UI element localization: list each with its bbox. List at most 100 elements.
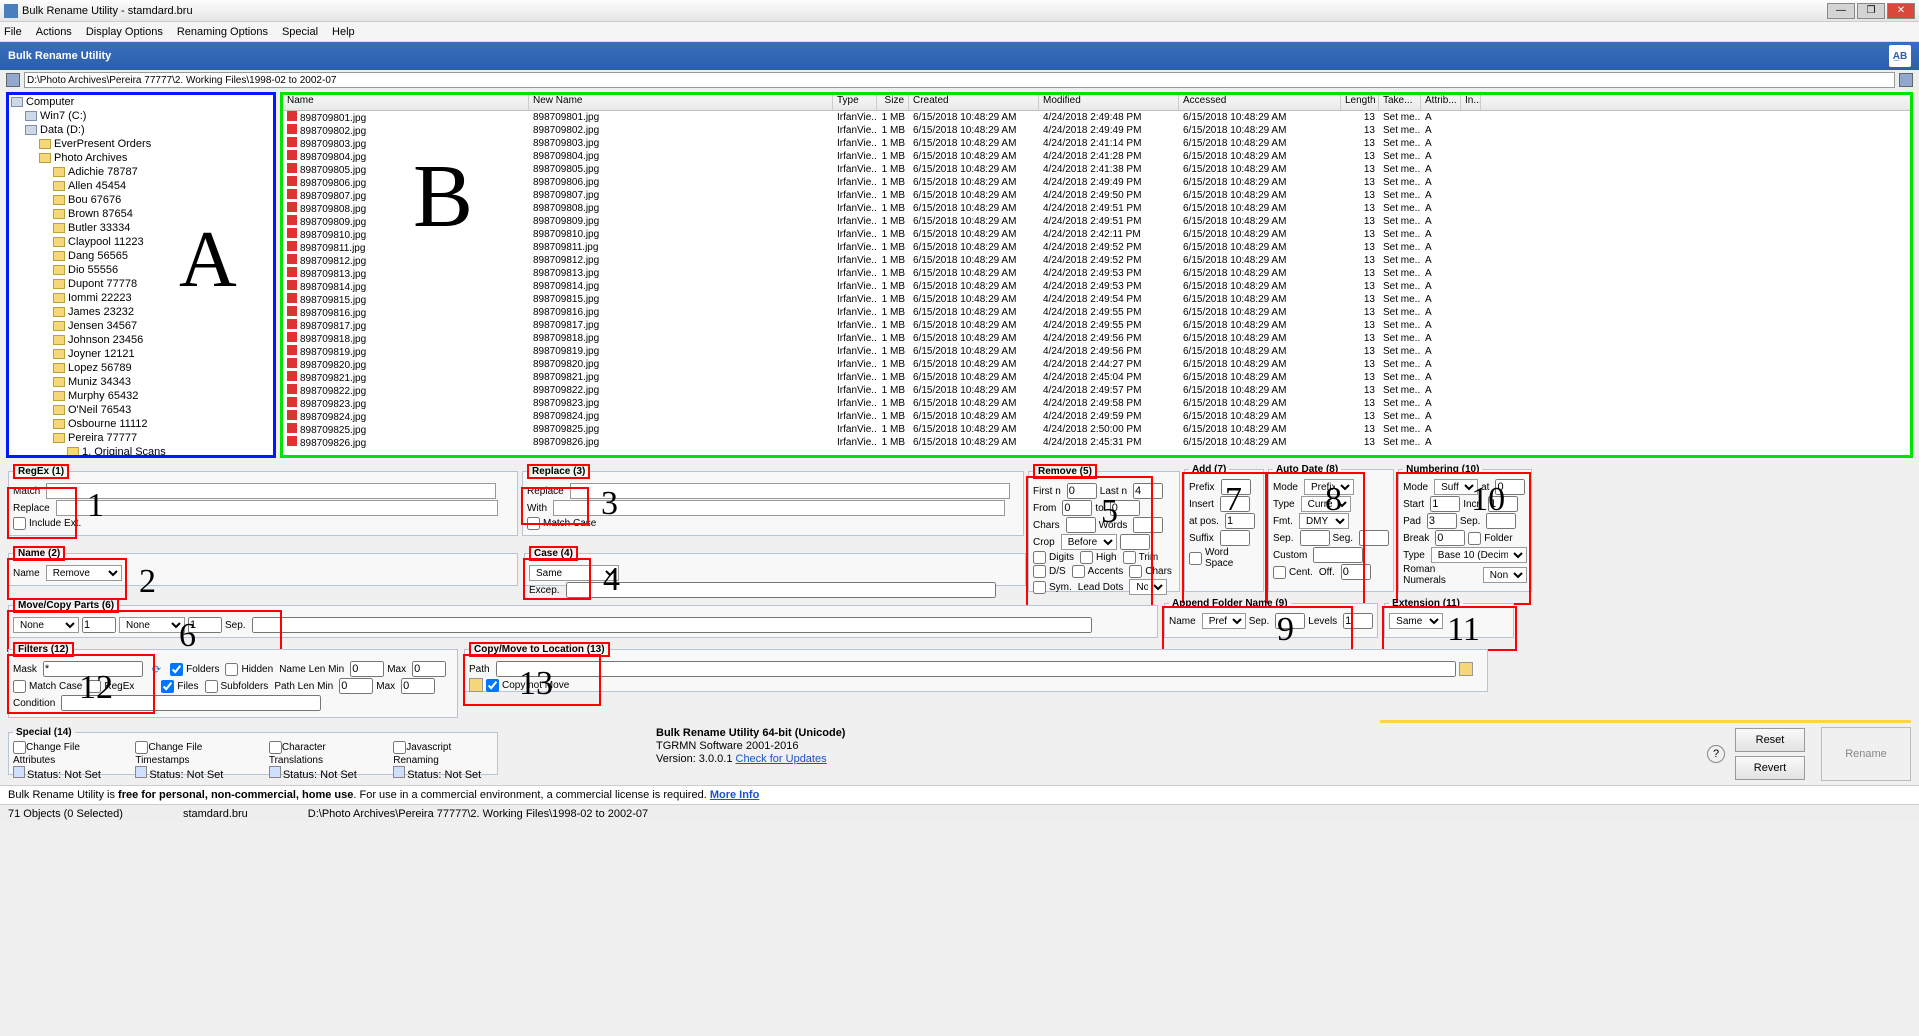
tree-node[interactable]: Pereira 77777 (9, 431, 273, 445)
menu-actions[interactable]: Actions (36, 26, 72, 38)
af-levels[interactable] (1343, 613, 1373, 629)
high-cb[interactable] (1080, 551, 1093, 564)
tree-node[interactable]: Computer (9, 95, 273, 109)
file-row[interactable]: 898709802.jpg898709802.jpgIrfanVie...1 M… (283, 124, 1910, 137)
mc-sel1[interactable]: None (13, 617, 79, 633)
rename-button[interactable]: Rename (1821, 727, 1911, 781)
check-updates-link[interactable]: Check for Updates (736, 753, 827, 765)
file-row[interactable]: 898709813.jpg898709813.jpgIrfanVie...1 M… (283, 267, 1910, 280)
with-input[interactable] (553, 500, 1005, 516)
file-row[interactable]: 898709826.jpg898709826.jpgIrfanVie...1 M… (283, 436, 1910, 449)
reset-button[interactable]: Reset (1735, 728, 1805, 752)
col-in[interactable]: In... (1461, 95, 1481, 110)
crop-select[interactable]: Before (1061, 534, 1117, 550)
jr-cb[interactable] (393, 741, 406, 754)
col-name[interactable]: Name (283, 95, 529, 110)
plmin[interactable] (339, 678, 373, 694)
chars-input[interactable] (1066, 517, 1096, 533)
tree-node[interactable]: Osbourne 11112 (9, 417, 273, 431)
tree-node[interactable]: Joyner 12121 (9, 347, 273, 361)
file-row[interactable]: 898709808.jpg898709808.jpgIrfanVie...1 M… (283, 202, 1910, 215)
digits-cb[interactable] (1033, 551, 1046, 564)
menu-special[interactable]: Special (282, 26, 318, 38)
tree-node[interactable]: Johnson 23456 (9, 333, 273, 347)
file-row[interactable]: 898709812.jpg898709812.jpgIrfanVie...1 M… (283, 254, 1910, 267)
refresh-icon[interactable]: ⟳ (152, 663, 161, 676)
af-sep[interactable] (1275, 613, 1305, 629)
subfolders-cb[interactable] (205, 680, 218, 693)
file-row[interactable]: 898709818.jpg898709818.jpgIrfanVie...1 M… (283, 332, 1910, 345)
matchcase-checkbox[interactable] (527, 517, 540, 530)
menu-renaming-options[interactable]: Renaming Options (177, 26, 268, 38)
num-sep[interactable] (1486, 513, 1516, 529)
trim-cb[interactable] (1123, 551, 1136, 564)
mask-input[interactable] (43, 661, 143, 677)
ds-cb[interactable] (1033, 565, 1046, 578)
path-input2[interactable] (496, 661, 1456, 677)
menu-display-options[interactable]: Display Options (86, 26, 163, 38)
mc-n1[interactable] (82, 617, 116, 633)
mc-sel2[interactable]: None (119, 617, 185, 633)
doc-icon[interactable] (135, 766, 147, 778)
file-row[interactable]: 898709811.jpg898709811.jpgIrfanVie...1 M… (283, 241, 1910, 254)
autodate-custom[interactable] (1313, 547, 1363, 563)
matchcase2-cb[interactable] (13, 680, 26, 693)
path-input[interactable] (24, 72, 1895, 88)
accents-cb[interactable] (1072, 565, 1085, 578)
case-excep[interactable] (566, 582, 996, 598)
col-accessed[interactable]: Accessed (1179, 95, 1341, 110)
prefix-input[interactable] (1221, 479, 1251, 495)
cft-cb[interactable] (135, 741, 148, 754)
doc-icon[interactable] (393, 766, 405, 778)
file-row[interactable]: 898709804.jpg898709804.jpgIrfanVie...1 M… (283, 150, 1910, 163)
file-row[interactable]: 898709821.jpg898709821.jpgIrfanVie...1 M… (283, 371, 1910, 384)
autodate-seg[interactable] (1359, 530, 1389, 546)
crop-text[interactable] (1120, 534, 1150, 550)
file-row[interactable]: 898709801.jpg898709801.jpgIrfanVie...1 M… (283, 111, 1910, 124)
col-attrib[interactable]: Attrib... (1421, 95, 1461, 110)
col-created[interactable]: Created (909, 95, 1039, 110)
cfa-cb[interactable] (13, 741, 26, 754)
num-folder-cb[interactable] (1468, 532, 1481, 545)
file-row[interactable]: 898709806.jpg898709806.jpgIrfanVie...1 M… (283, 176, 1910, 189)
to-input[interactable] (1110, 500, 1140, 516)
file-row[interactable]: 898709803.jpg898709803.jpgIrfanVie...1 M… (283, 137, 1910, 150)
file-row[interactable]: 898709825.jpg898709825.jpgIrfanVie...1 M… (283, 423, 1910, 436)
words-input[interactable] (1133, 517, 1163, 533)
num-incr[interactable] (1488, 496, 1518, 512)
regex-replace-input[interactable] (56, 500, 498, 516)
folder-icon[interactable] (469, 678, 483, 692)
file-row[interactable]: 898709820.jpg898709820.jpgIrfanVie...1 M… (283, 358, 1910, 371)
num-pad[interactable] (1427, 513, 1457, 529)
folders-cb[interactable] (170, 663, 183, 676)
ct-cb[interactable] (269, 741, 282, 754)
copynotmove-cb[interactable] (486, 679, 499, 692)
col-type[interactable]: Type (833, 95, 877, 110)
file-row[interactable]: 898709809.jpg898709809.jpgIrfanVie...1 M… (283, 215, 1910, 228)
cent-cb[interactable] (1273, 566, 1286, 579)
tree-node[interactable]: Data (D:) (9, 123, 273, 137)
autodate-type[interactable]: Current (1301, 496, 1351, 512)
num-break[interactable] (1435, 530, 1465, 546)
sym-cb[interactable] (1033, 581, 1046, 594)
tree-node[interactable]: Bou 67676 (9, 193, 273, 207)
more-info-link[interactable]: More Info (710, 789, 760, 801)
mc-n2[interactable] (188, 617, 222, 633)
regex2-cb[interactable] (88, 680, 101, 693)
num-roman[interactable]: None (1483, 567, 1527, 583)
tree-node[interactable]: 1. Original Scans (9, 445, 273, 458)
firstn-input[interactable] (1067, 483, 1097, 499)
wordspace-cb[interactable] (1189, 552, 1202, 565)
help-icon[interactable]: ? (1707, 745, 1725, 763)
autodate-mode[interactable]: Prefix (1304, 479, 1354, 495)
close-button[interactable]: ✕ (1887, 3, 1915, 19)
atpos-input[interactable] (1225, 513, 1255, 529)
menu-file[interactable]: File (4, 26, 22, 38)
col-length[interactable]: Length (1341, 95, 1379, 110)
replace-input[interactable] (570, 483, 1010, 499)
from-input[interactable] (1062, 500, 1092, 516)
tree-node[interactable]: James 23232 (9, 305, 273, 319)
off-input[interactable] (1341, 564, 1371, 580)
tree-node[interactable]: Photo Archives (9, 151, 273, 165)
plmax[interactable] (401, 678, 435, 694)
